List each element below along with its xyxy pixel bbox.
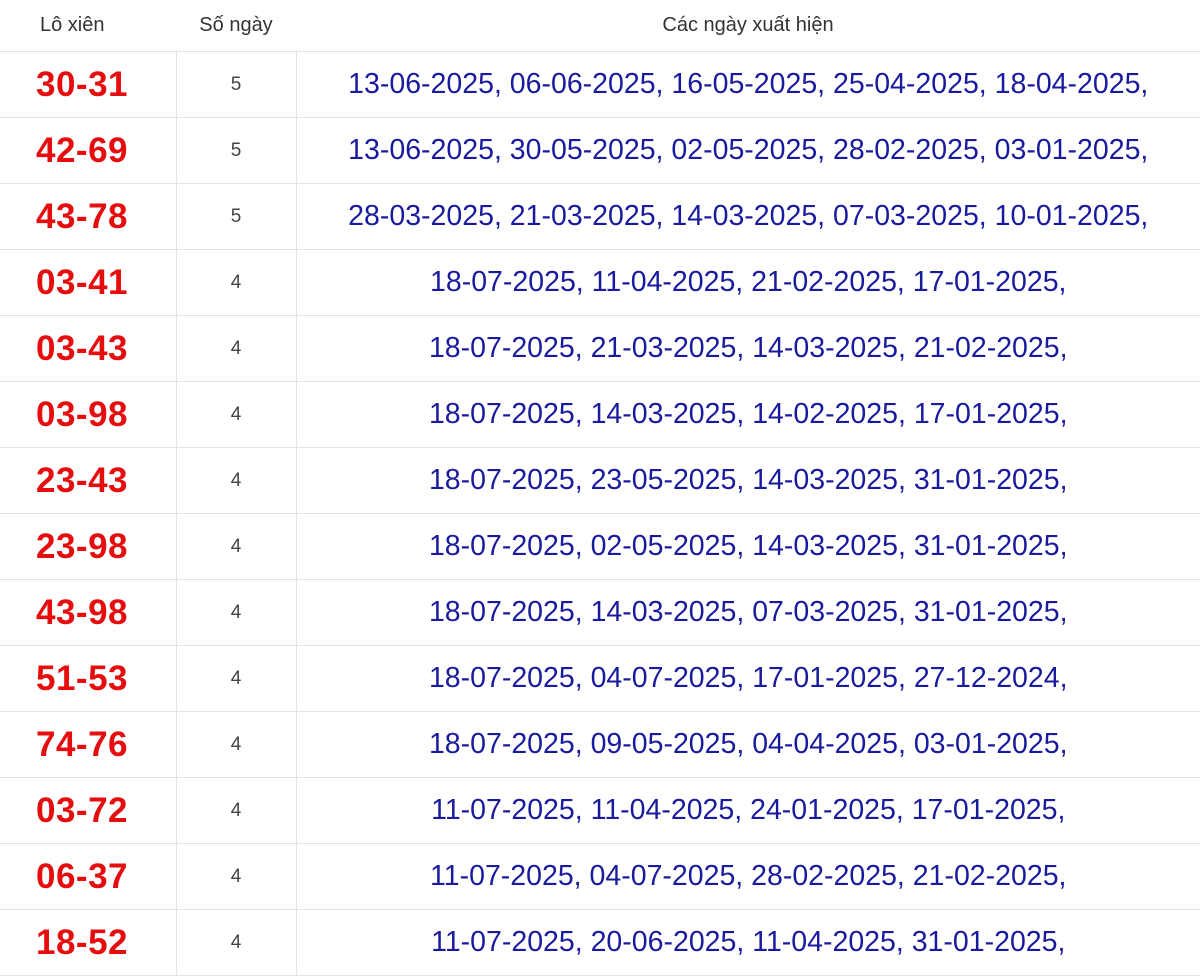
days-count-cell: 4 — [175, 315, 296, 382]
dates-cell: 18-07-2025, 09-05-2025, 04-04-2025, 03-0… — [295, 711, 1200, 778]
dates-cell: 18-07-2025, 02-05-2025, 14-03-2025, 31-0… — [295, 513, 1200, 580]
days-count-cell: 4 — [175, 381, 296, 448]
days-count-cell: 5 — [175, 183, 296, 250]
dates-cell: 18-07-2025, 14-03-2025, 07-03-2025, 31-0… — [295, 579, 1200, 646]
table-row: 03-41 4 18-07-2025, 11-04-2025, 21-02-20… — [0, 249, 1200, 316]
table-header-row: Lô xiên Số ngày Các ngày xuất hiện — [0, 0, 1200, 52]
pair-cell: 43-98 — [0, 579, 176, 646]
pair-cell: 74-76 — [0, 711, 176, 778]
table-row: 06-37 4 11-07-2025, 04-07-2025, 28-02-20… — [0, 843, 1200, 910]
days-count-cell: 4 — [175, 909, 296, 976]
table-row: 23-98 4 18-07-2025, 02-05-2025, 14-03-20… — [0, 513, 1200, 580]
pair-cell: 23-43 — [0, 447, 176, 514]
pair-cell: 03-43 — [0, 315, 176, 382]
pair-cell: 42-69 — [0, 117, 176, 184]
pair-cell: 30-31 — [0, 51, 176, 118]
header-so-ngay: Số ngày — [176, 0, 296, 52]
days-count-cell: 4 — [175, 843, 296, 910]
dates-cell: 11-07-2025, 04-07-2025, 28-02-2025, 21-0… — [295, 843, 1200, 910]
table-row: 74-76 4 18-07-2025, 09-05-2025, 04-04-20… — [0, 711, 1200, 778]
table-row: 03-43 4 18-07-2025, 21-03-2025, 14-03-20… — [0, 315, 1200, 382]
dates-cell: 13-06-2025, 30-05-2025, 02-05-2025, 28-0… — [295, 117, 1200, 184]
pair-cell: 03-41 — [0, 249, 176, 316]
days-count-cell: 4 — [175, 447, 296, 514]
dates-cell: 18-07-2025, 23-05-2025, 14-03-2025, 31-0… — [295, 447, 1200, 514]
table-row: 51-53 4 18-07-2025, 04-07-2025, 17-01-20… — [0, 645, 1200, 712]
dates-cell: 18-07-2025, 21-03-2025, 14-03-2025, 21-0… — [295, 315, 1200, 382]
pair-cell: 18-52 — [0, 909, 176, 976]
table-row: 43-78 5 28-03-2025, 21-03-2025, 14-03-20… — [0, 183, 1200, 250]
days-count-cell: 5 — [175, 51, 296, 118]
days-count-cell: 4 — [175, 513, 296, 580]
dates-cell: 18-07-2025, 14-03-2025, 14-02-2025, 17-0… — [295, 381, 1200, 448]
header-lo-xien: Lô xiên — [0, 0, 176, 52]
pair-cell: 03-72 — [0, 777, 176, 844]
lo-xien-table: Lô xiên Số ngày Các ngày xuất hiện 30-31… — [0, 0, 1200, 976]
days-count-cell: 4 — [175, 711, 296, 778]
table-row: 43-98 4 18-07-2025, 14-03-2025, 07-03-20… — [0, 579, 1200, 646]
table-row: 23-43 4 18-07-2025, 23-05-2025, 14-03-20… — [0, 447, 1200, 514]
table-row: 03-72 4 11-07-2025, 11-04-2025, 24-01-20… — [0, 777, 1200, 844]
dates-cell: 11-07-2025, 11-04-2025, 24-01-2025, 17-0… — [295, 777, 1200, 844]
table-row: 42-69 5 13-06-2025, 30-05-2025, 02-05-20… — [0, 117, 1200, 184]
pair-cell: 06-37 — [0, 843, 176, 910]
dates-cell: 18-07-2025, 04-07-2025, 17-01-2025, 27-1… — [295, 645, 1200, 712]
table-row: 30-31 5 13-06-2025, 06-06-2025, 16-05-20… — [0, 51, 1200, 118]
pair-cell: 03-98 — [0, 381, 176, 448]
dates-cell: 11-07-2025, 20-06-2025, 11-04-2025, 31-0… — [295, 909, 1200, 976]
days-count-cell: 5 — [175, 117, 296, 184]
pair-cell: 51-53 — [0, 645, 176, 712]
dates-cell: 13-06-2025, 06-06-2025, 16-05-2025, 25-0… — [295, 51, 1200, 118]
pair-cell: 43-78 — [0, 183, 176, 250]
table-row: 03-98 4 18-07-2025, 14-03-2025, 14-02-20… — [0, 381, 1200, 448]
dates-cell: 28-03-2025, 21-03-2025, 14-03-2025, 07-0… — [295, 183, 1200, 250]
days-count-cell: 4 — [175, 249, 296, 316]
days-count-cell: 4 — [175, 579, 296, 646]
days-count-cell: 4 — [175, 777, 296, 844]
pair-cell: 23-98 — [0, 513, 176, 580]
header-cac-ngay-xuat-hien: Các ngày xuất hiện — [296, 0, 1200, 52]
table-row: 18-52 4 11-07-2025, 20-06-2025, 11-04-20… — [0, 909, 1200, 976]
dates-cell: 18-07-2025, 11-04-2025, 21-02-2025, 17-0… — [295, 249, 1200, 316]
days-count-cell: 4 — [175, 645, 296, 712]
